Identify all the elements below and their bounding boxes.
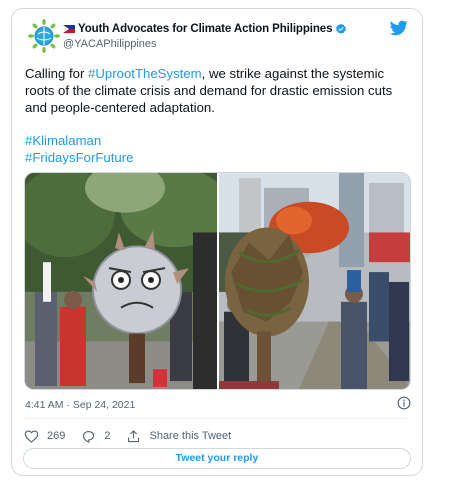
- action-bar: 269 2 Share this Tweet: [24, 427, 247, 445]
- tweet-card: Youth Advocates for Climate Action Phili…: [11, 8, 423, 476]
- like-count: 269: [47, 430, 66, 442]
- tweet-timestamp[interactable]: 4:41 AM · Sep 24, 2021: [25, 399, 135, 411]
- hashtag-uproot-link[interactable]: #UprootTheSystem: [88, 66, 202, 81]
- share-button[interactable]: Share this Tweet: [126, 429, 231, 444]
- reply-button[interactable]: 2: [81, 429, 110, 444]
- name-row: Youth Advocates for Climate Action Phili…: [63, 21, 370, 37]
- philippines-flag-icon: [63, 25, 75, 33]
- divider: [24, 418, 410, 419]
- author-display-name[interactable]: Youth Advocates for Climate Action Phili…: [78, 23, 333, 35]
- reply-icon: [83, 430, 95, 443]
- tweet-header: Youth Advocates for Climate Action Phili…: [26, 18, 410, 56]
- yacap-logo[interactable]: [26, 18, 62, 54]
- share-icon: [128, 429, 140, 442]
- author-handle[interactable]: @YACAPhilippines: [63, 38, 370, 50]
- reply-count: 2: [104, 430, 111, 442]
- photo-tree-costume-protester[interactable]: [219, 173, 411, 389]
- share-label: Share this Tweet: [149, 430, 232, 442]
- verified-badge-icon: [336, 23, 347, 34]
- heart-icon: [24, 429, 39, 443]
- author-block[interactable]: Youth Advocates for Climate Action Phili…: [63, 21, 370, 50]
- like-button[interactable]: 269: [24, 429, 65, 444]
- tweet-text: Calling for #UprootTheSystem, we strike …: [25, 65, 417, 116]
- photo-globe-mask-protester[interactable]: [25, 173, 217, 389]
- hashtag-fridaysforfuture-link[interactable]: #FridaysForFuture: [25, 149, 133, 166]
- tweet-text-start: Calling for: [25, 66, 89, 81]
- hashtag-list: #Klimalaman #FridaysForFuture: [25, 132, 133, 166]
- hashtag-klimalaman-link[interactable]: #Klimalaman: [25, 132, 133, 149]
- twitter-bird-icon[interactable]: [390, 20, 408, 36]
- photo-grid: [24, 172, 411, 390]
- tweet-your-reply-button[interactable]: Tweet your reply: [23, 448, 411, 469]
- info-icon[interactable]: [397, 396, 411, 410]
